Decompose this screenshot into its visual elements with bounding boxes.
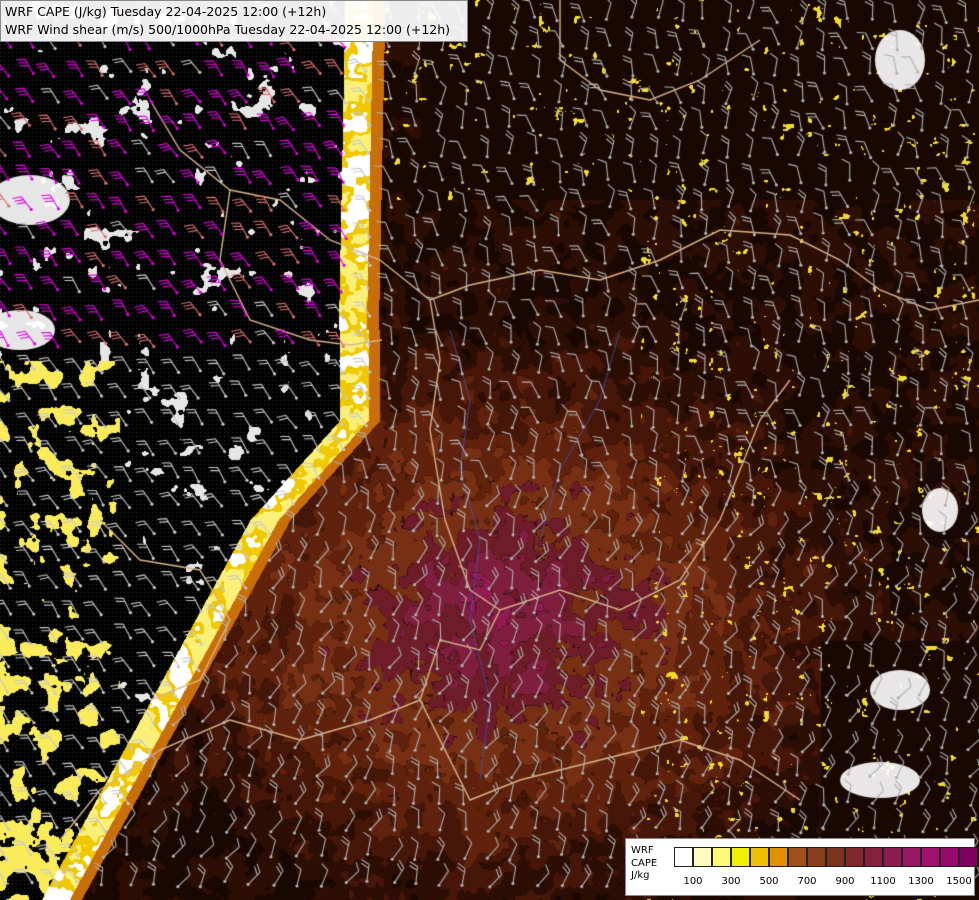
legend-swatch	[731, 847, 750, 867]
legend-swatch	[769, 847, 788, 867]
legend-label-field: CAPE	[631, 857, 658, 869]
legend-tick-label: 700	[797, 876, 817, 887]
wind-shear-title: WRF Wind shear (m/s) 500/1000hPa Tuesday…	[5, 22, 451, 37]
legend-tick-label: 1500	[946, 876, 972, 887]
legend-swatch	[807, 847, 826, 867]
legend-tick-label: 1300	[908, 876, 934, 887]
legend-swatch	[940, 847, 959, 867]
legend-swatch	[845, 847, 864, 867]
legend-swatch	[674, 847, 693, 867]
legend-tick-label: 100	[683, 876, 703, 887]
cape-title: WRF CAPE (J/kg) Tuesday 22-04-2025 12:00…	[5, 4, 327, 19]
legend-tick-label: 300	[721, 876, 741, 887]
legend-swatch	[693, 847, 712, 867]
legend-swatch	[788, 847, 807, 867]
legend-ticks: 100 300 500 700 900 1100 1300 1500	[674, 876, 974, 890]
legend-swatch	[864, 847, 883, 867]
legend-swatch	[826, 847, 845, 867]
cape-wind-shear-map	[0, 0, 979, 900]
legend-color-scale	[674, 847, 978, 867]
legend-tick-label: 500	[759, 876, 779, 887]
legend-swatch	[959, 847, 978, 867]
legend-label-unit: J/kg	[631, 870, 650, 881]
legend-swatch	[883, 847, 902, 867]
legend-tick-label: 900	[835, 876, 855, 887]
legend-label-model: WRF	[631, 845, 654, 856]
legend-swatch	[902, 847, 921, 867]
legend-swatch	[750, 847, 769, 867]
cape-legend: WRF CAPE J/kg 100 300 500 700 900 1100 1300 150…	[625, 838, 978, 896]
legend-swatch	[921, 847, 940, 867]
map-title: WRF CAPE (J/kg) Tuesday 22-04-2025 12:00…	[0, 0, 468, 42]
legend-tick-label: 1100	[870, 876, 896, 887]
legend-labels: WRF CAPE J/kg	[631, 845, 657, 883]
legend-swatch	[712, 847, 731, 867]
